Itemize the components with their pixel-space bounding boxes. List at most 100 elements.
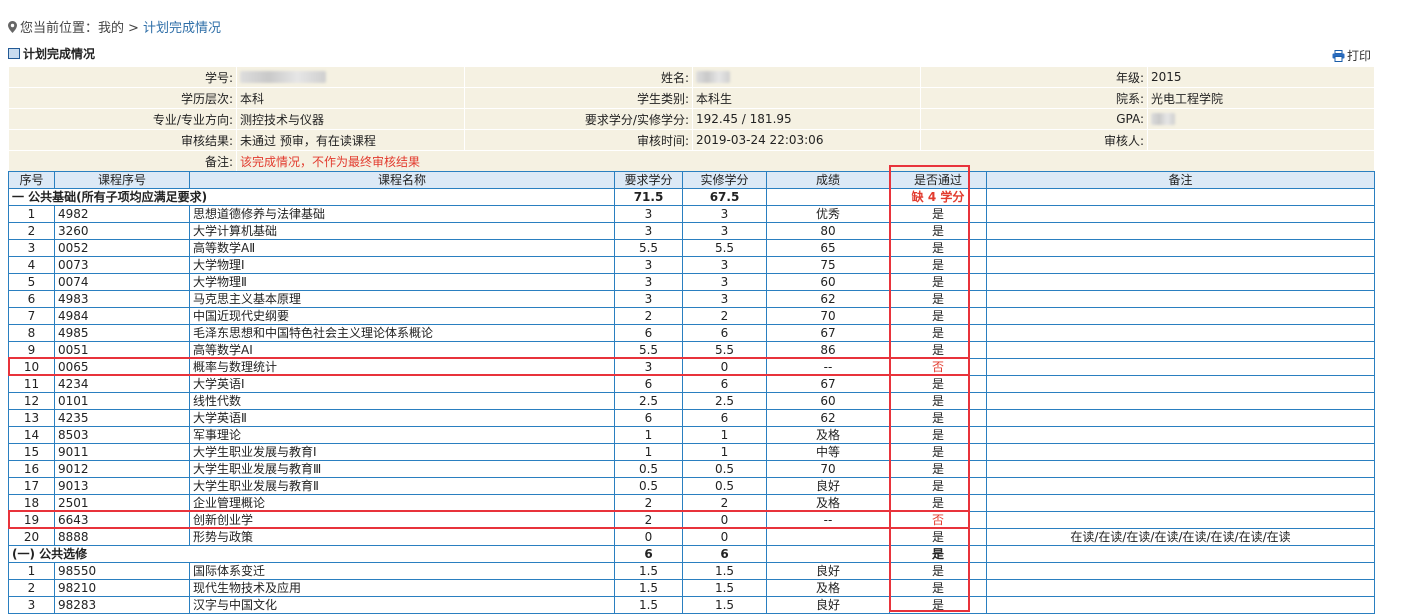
grade: 62	[766, 290, 890, 308]
breadcrumb-home-link[interactable]: 我的	[98, 21, 124, 36]
earned-credits: 1	[682, 426, 767, 444]
course-name: 现代生物技术及应用	[189, 579, 615, 597]
name-label: 姓名:	[464, 66, 693, 88]
pass-status: 否	[889, 358, 987, 376]
row-index: 13	[8, 409, 55, 427]
row-index: 14	[8, 426, 55, 444]
pass-status: 是	[889, 426, 987, 444]
pass-status: 是	[889, 307, 987, 325]
course-name: 中国近现代史纲要	[189, 307, 615, 325]
pass-status: 是	[889, 222, 987, 240]
auditor-label: 审核人:	[920, 129, 1148, 151]
category-required-credits: 71.5	[614, 188, 683, 206]
earned-credits: 6	[682, 324, 767, 342]
category-grade	[766, 188, 890, 206]
row-index: 19	[8, 511, 55, 529]
course-code: 8503	[54, 426, 190, 444]
remark	[986, 579, 1375, 597]
category-title: (一) 公共选修	[8, 545, 615, 563]
earned-credits: 2	[682, 494, 767, 512]
pass-status: 是	[889, 239, 987, 257]
course-name: 大学生职业发展与教育Ⅲ	[189, 460, 615, 478]
remark	[986, 341, 1375, 359]
printer-icon	[1332, 50, 1345, 62]
student-id-label: 学号:	[8, 66, 237, 88]
pass-status: 是	[889, 494, 987, 512]
grade: --	[766, 358, 890, 376]
course-code: 0074	[54, 273, 190, 291]
table-row: 2 98210 现代生物技术及应用 1.5 1.5 及格是	[8, 579, 1375, 597]
required-credits: 3	[614, 205, 683, 223]
grade: 70	[766, 460, 890, 478]
course-code: 9011	[54, 443, 190, 461]
row-index: 5	[8, 273, 55, 291]
pass-status: 是	[889, 324, 987, 342]
category-grade	[766, 545, 890, 563]
earned-credits: 1.5	[682, 596, 767, 614]
course-code: 98283	[54, 596, 190, 614]
grade: 65	[766, 239, 890, 257]
course-name: 大学物理Ⅰ	[189, 256, 615, 274]
col-header: 课程名称	[189, 171, 615, 189]
earned-credits: 5.5	[682, 239, 767, 257]
level-label: 学历层次:	[8, 87, 237, 109]
dept-value: 光电工程学院	[1147, 87, 1375, 109]
pass-status: 是	[889, 528, 987, 546]
course-code: 2501	[54, 494, 190, 512]
course-code: 8888	[54, 528, 190, 546]
course-name: 军事理论	[189, 426, 615, 444]
grade: 62	[766, 409, 890, 427]
pass-status: 是	[889, 596, 987, 614]
row-index: 2	[8, 579, 55, 597]
course-code: 4985	[54, 324, 190, 342]
category-earned-credits: 67.5	[682, 188, 767, 206]
category-pass-status: 缺 4 学分	[889, 188, 987, 206]
student-type-value: 本科生	[692, 87, 921, 109]
remark	[986, 426, 1375, 444]
print-button[interactable]: 打印	[1332, 47, 1371, 64]
col-header: 序号	[8, 171, 55, 189]
grade: 良好	[766, 596, 890, 614]
gpa-value	[1147, 108, 1375, 130]
category-earned-credits: 6	[682, 545, 767, 563]
pass-status: 是	[889, 579, 987, 597]
course-code: 9012	[54, 460, 190, 478]
course-code: 6643	[54, 511, 190, 529]
breadcrumb-current[interactable]: 计划完成情况	[143, 21, 221, 36]
remark-value: 该完成情况，不作为最终审核结果	[236, 150, 1375, 172]
remark	[986, 222, 1375, 240]
remark	[986, 239, 1375, 257]
remark	[986, 392, 1375, 410]
col-header: 是否通过	[889, 171, 987, 189]
row-index: 11	[8, 375, 55, 393]
course-name: 国际体系变迁	[189, 562, 615, 580]
row-index: 15	[8, 443, 55, 461]
grade: 及格	[766, 426, 890, 444]
redacted-student-id	[240, 71, 326, 83]
required-credits: 2	[614, 307, 683, 325]
remark	[986, 596, 1375, 614]
category-remark	[986, 188, 1375, 206]
course-name: 大学生职业发展与教育Ⅰ	[189, 443, 615, 461]
grade: 优秀	[766, 205, 890, 223]
remark	[986, 307, 1375, 325]
required-credits: 2	[614, 494, 683, 512]
row-index: 9	[8, 341, 55, 359]
credits-label: 要求学分/实修学分:	[464, 108, 693, 130]
course-name: 大学生职业发展与教育Ⅱ	[189, 477, 615, 495]
remark	[986, 477, 1375, 495]
table-row: 16 9012 大学生职业发展与教育Ⅲ 0.5 0.5 70 是	[8, 460, 1375, 478]
earned-credits: 1	[682, 443, 767, 461]
table-row: 4 0073 大学物理Ⅰ 3 3 75 是	[8, 256, 1375, 274]
remark	[986, 290, 1375, 308]
course-name: 线性代数	[189, 392, 615, 410]
name-value	[692, 66, 921, 88]
row-index: 1	[8, 562, 55, 580]
pass-status: 是	[889, 409, 987, 427]
required-credits: 0.5	[614, 477, 683, 495]
category-remark	[986, 545, 1375, 563]
required-credits: 1.5	[614, 562, 683, 580]
required-credits: 6	[614, 409, 683, 427]
course-name: 概率与数理统计	[189, 358, 615, 376]
required-credits: 1.5	[614, 579, 683, 597]
